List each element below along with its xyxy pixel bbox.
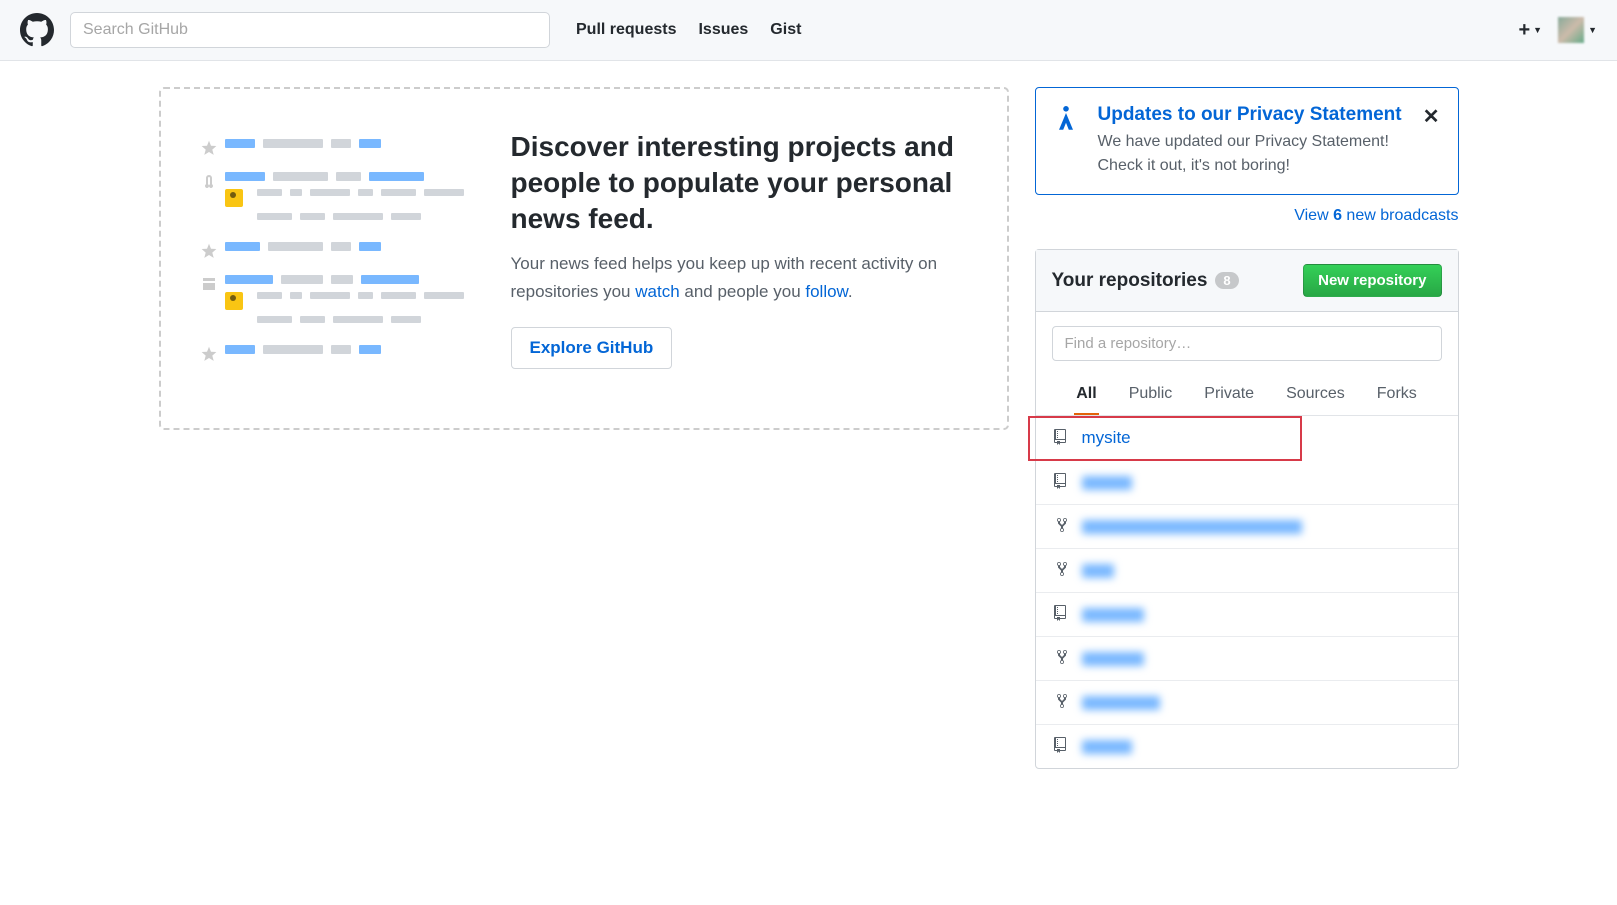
repo-name (1082, 608, 1144, 622)
tab-forks[interactable]: Forks (1375, 375, 1419, 415)
repo-item[interactable] (1036, 461, 1458, 505)
header-nav: Pull requests Issues Gist (576, 21, 801, 39)
feed-illustration (201, 129, 471, 378)
repo-name (1082, 520, 1302, 534)
nav-pull-requests[interactable]: Pull requests (576, 21, 676, 39)
repo-icon (1054, 429, 1070, 448)
repo-tabs: All Public Private Sources Forks (1036, 375, 1458, 416)
fork-icon (1054, 649, 1070, 668)
nav-issues[interactable]: Issues (698, 21, 748, 39)
user-menu-button[interactable]: ▼ (1558, 17, 1597, 43)
tab-private[interactable]: Private (1202, 375, 1256, 415)
repo-icon (1054, 473, 1070, 492)
repo-name: mysite (1082, 428, 1131, 448)
tab-public[interactable]: Public (1127, 375, 1175, 415)
create-new-button[interactable]: +▼ (1518, 19, 1542, 42)
fork-icon (1054, 517, 1070, 536)
repo-icon (1054, 605, 1070, 624)
repo-name (1082, 696, 1160, 710)
nav-gist[interactable]: Gist (770, 21, 801, 39)
repo-icon (1054, 737, 1070, 756)
explore-github-button[interactable]: Explore GitHub (511, 327, 673, 369)
discover-box: Discover interesting projects and people… (159, 87, 1009, 430)
notice-title[interactable]: Updates to our Privacy Statement (1098, 104, 1405, 126)
discover-content: Discover interesting projects and people… (511, 129, 967, 369)
privacy-notice: Updates to our Privacy Statement We have… (1035, 87, 1459, 195)
repo-name (1082, 476, 1132, 490)
fork-icon (1054, 561, 1070, 580)
search-input[interactable] (70, 12, 550, 48)
repo-list: mysite (1036, 416, 1458, 768)
chevron-down-icon: ▼ (1588, 25, 1597, 35)
repos-title: Your repositories 8 (1052, 270, 1239, 292)
tab-sources[interactable]: Sources (1284, 375, 1347, 415)
repo-filter-input[interactable] (1052, 326, 1442, 361)
broadcast-icon (1054, 106, 1080, 137)
repo-name (1082, 564, 1114, 578)
follow-link[interactable]: follow (805, 282, 848, 301)
repo-item[interactable] (1036, 505, 1458, 549)
chevron-down-icon: ▼ (1533, 25, 1542, 35)
discover-description: Your news feed helps you keep up with re… (511, 250, 967, 304)
repos-header: Your repositories 8 New repository (1036, 250, 1458, 312)
avatar (1558, 17, 1584, 43)
repo-item[interactable] (1036, 725, 1458, 768)
repo-count-badge: 8 (1215, 272, 1238, 289)
discover-title: Discover interesting projects and people… (511, 129, 967, 236)
github-logo-icon[interactable] (20, 13, 54, 47)
sidebar-column: Updates to our Privacy Statement We have… (1035, 87, 1459, 769)
header-right: +▼ ▼ (1518, 17, 1597, 43)
new-repository-button[interactable]: New repository (1303, 264, 1441, 297)
repo-item[interactable] (1036, 549, 1458, 593)
repositories-panel: Your repositories 8 New repository All P… (1035, 249, 1459, 769)
repo-item[interactable] (1036, 681, 1458, 725)
main-column: Discover interesting projects and people… (159, 87, 1009, 430)
notice-text: We have updated our Privacy Statement! C… (1098, 130, 1405, 178)
repo-name (1082, 740, 1132, 754)
fork-icon (1054, 693, 1070, 712)
main-container: Discover interesting projects and people… (139, 61, 1479, 795)
tab-all[interactable]: All (1074, 375, 1098, 415)
repo-item[interactable]: mysite (1028, 416, 1302, 461)
repo-item[interactable] (1036, 593, 1458, 637)
repo-name (1082, 652, 1144, 666)
repo-item[interactable] (1036, 637, 1458, 681)
watch-link[interactable]: watch (635, 282, 679, 301)
broadcasts-link[interactable]: View 6 new broadcasts (1035, 207, 1459, 225)
top-header: Pull requests Issues Gist +▼ ▼ (0, 0, 1617, 61)
close-icon[interactable]: ✕ (1423, 104, 1440, 129)
